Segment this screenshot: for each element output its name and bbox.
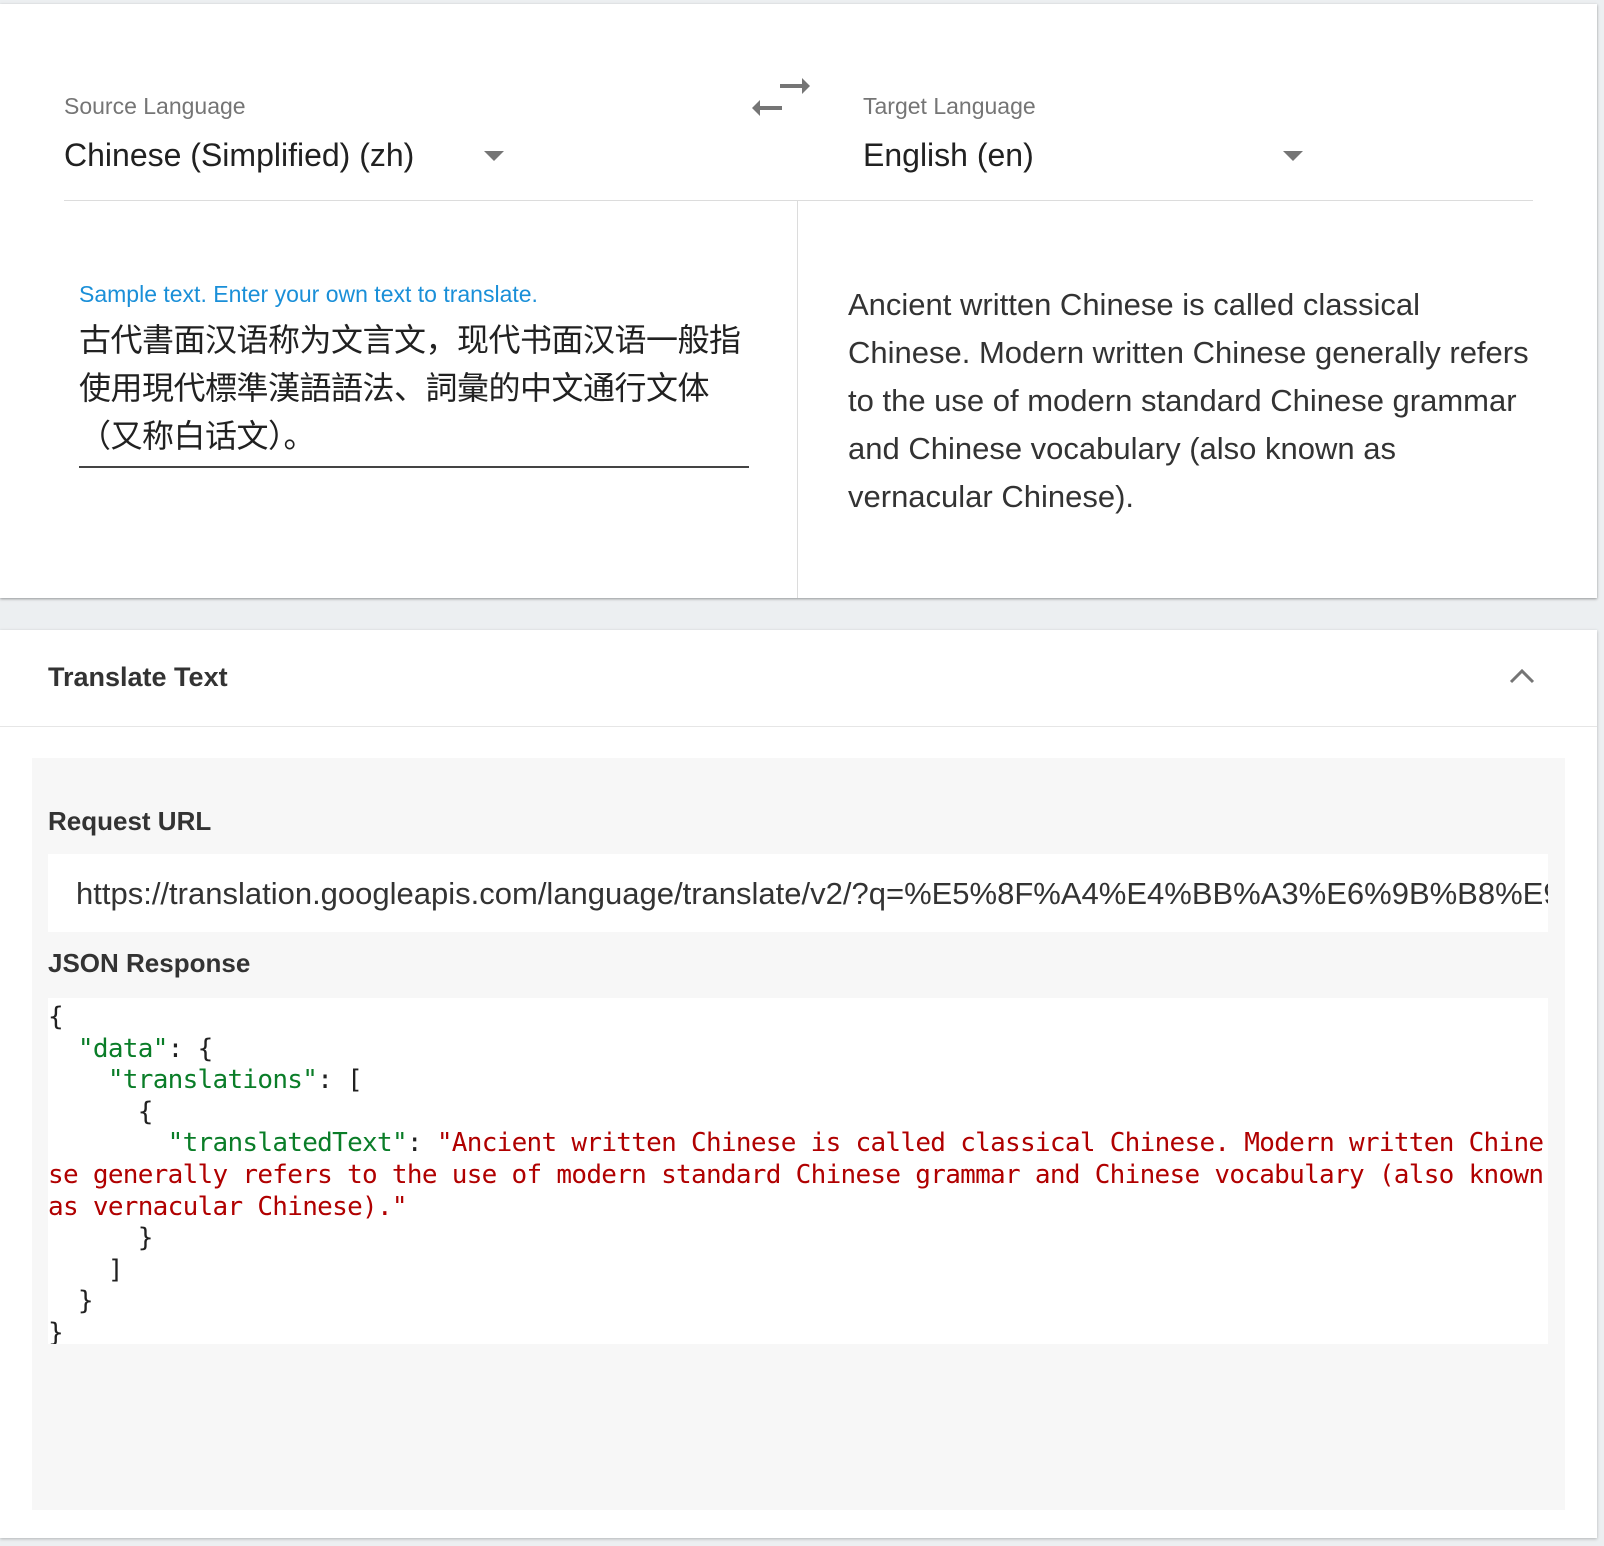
swap-horiz-icon: [752, 78, 810, 116]
json-response-label: JSON Response: [48, 948, 251, 978]
source-language-label: Source Language: [64, 93, 246, 119]
json-data-close: }: [77, 1286, 94, 1317]
target-language-label: Target Language: [863, 93, 1036, 119]
json-key-translatedtext: "translatedText": [167, 1128, 408, 1159]
json-bracket-close: ]: [107, 1254, 124, 1285]
sample-text-hint: Sample text. Enter your own text to tran…: [79, 281, 538, 307]
source-language-value: Chinese (Simplified) (zh): [64, 136, 415, 173]
json-punct: :: [406, 1128, 437, 1159]
json-open-brace: {: [48, 1002, 64, 1032]
target-language-value: English (en): [863, 136, 1034, 173]
arrow-drop-down-icon: [1283, 151, 1303, 161]
translate-text-header[interactable]: Translate Text: [0, 630, 1597, 727]
source-text-input[interactable]: 古代書面汉语称为文言文，现代书面汉语一般指使用現代標準漢語語法、詞彙的中文通行文…: [79, 316, 749, 468]
api-card: Translate Text Request URL https://trans…: [0, 630, 1597, 1538]
translator-card: Source Language Chinese (Simplified) (zh…: [0, 4, 1597, 598]
request-url-label: Request URL: [48, 806, 212, 836]
json-response-code: { "data": { "translations": [ { "transla…: [48, 998, 1548, 1344]
source-language-select[interactable]: Chinese (Simplified) (zh): [64, 130, 504, 180]
panel-title: Translate Text: [48, 662, 228, 692]
target-language-select[interactable]: English (en): [863, 130, 1303, 180]
request-url-box[interactable]: https://translation.googleapis.com/langu…: [48, 854, 1548, 932]
json-inner-close: }: [137, 1223, 154, 1254]
json-punct: : [: [317, 1065, 363, 1096]
select-divider: [64, 200, 1533, 201]
panel-divider: [797, 201, 798, 598]
json-close-brace: }: [48, 1317, 64, 1344]
json-inner-open: {: [137, 1096, 154, 1127]
arrow-drop-down-icon: [484, 151, 504, 161]
api-body: Request URL https://translation.googleap…: [32, 758, 1565, 1510]
translated-text-output: Ancient written Chinese is called classi…: [848, 287, 1529, 514]
json-key-data: "data": [77, 1033, 168, 1064]
chevron-up-icon[interactable]: [1508, 664, 1536, 686]
json-punct: : {: [167, 1033, 214, 1064]
swap-languages-button[interactable]: [752, 74, 810, 120]
request-url[interactable]: https://translation.googleapis.com/langu…: [76, 876, 1548, 912]
json-response-box: { "data": { "translations": [ { "transla…: [48, 998, 1548, 1344]
json-key-translations: "translations": [107, 1065, 318, 1096]
